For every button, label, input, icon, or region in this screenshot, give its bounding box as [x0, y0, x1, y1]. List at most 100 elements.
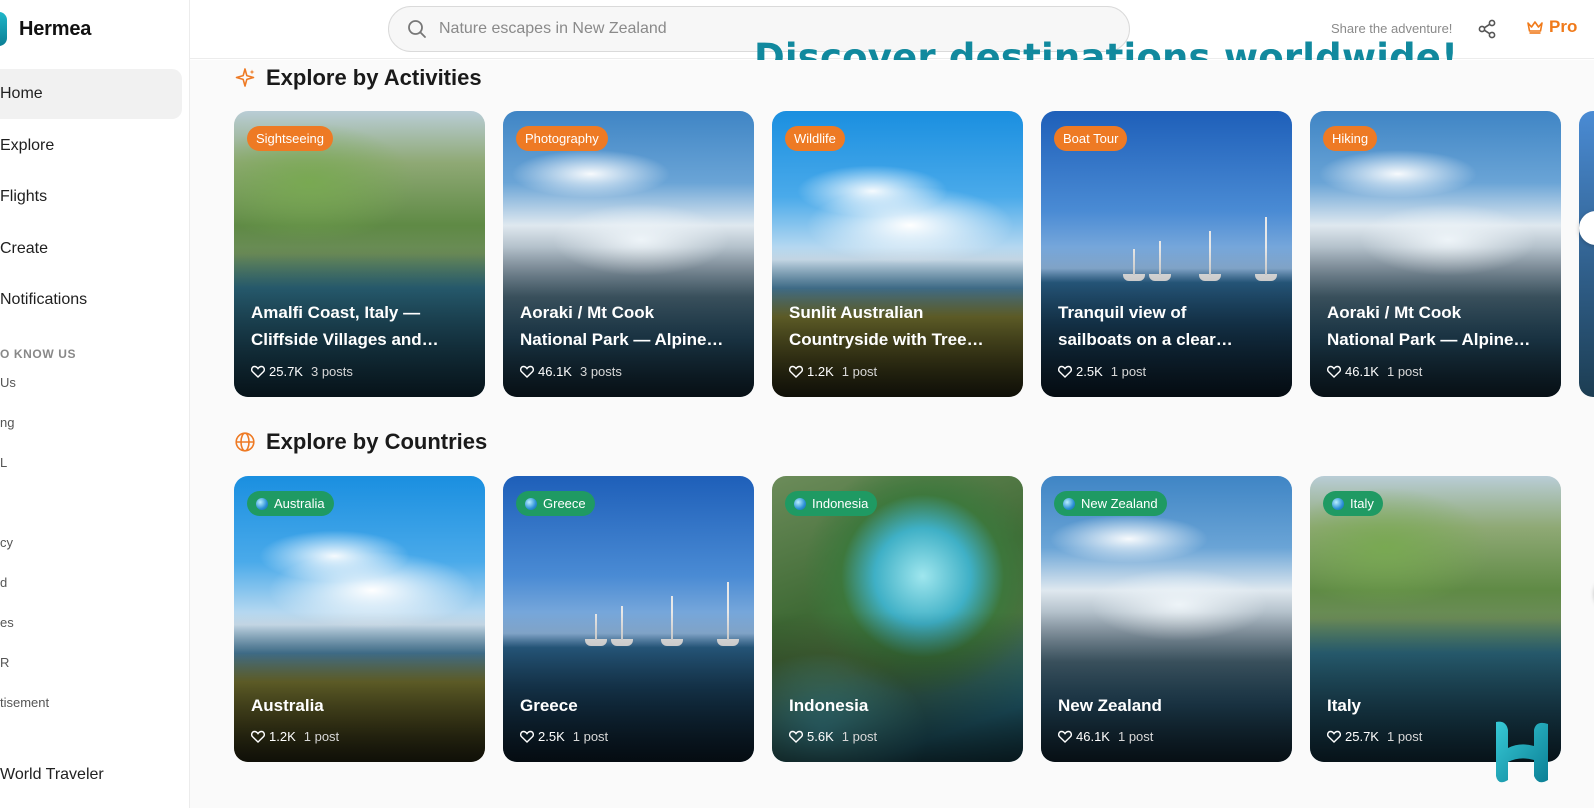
card-title: Tranquil view of sailboats on a clear… [1058, 299, 1278, 353]
activity-tag: Boat Tour [1054, 126, 1128, 151]
section-heading: Explore by Activities [266, 65, 482, 90]
likes-count: 46.1K [1076, 729, 1110, 744]
card-title-line: Aoraki / Mt Cook [1327, 303, 1462, 322]
activity-card[interactable]: Photography Aoraki / Mt Cook National Pa… [503, 111, 754, 397]
globe-emoji-icon [1332, 497, 1344, 510]
activity-card[interactable]: Sightseeing Amalfi Coast, Italy — Cliffs… [234, 111, 485, 397]
card-title-line: Sunlit Australian [789, 303, 924, 322]
pro-button[interactable]: Pro [1527, 17, 1577, 37]
section-heading: Explore by Countries [266, 429, 488, 454]
card-title-line: National Park — Alpine… [1327, 330, 1531, 349]
card-title-line: Indonesia [789, 696, 869, 715]
footer-link-7[interactable]: es [0, 616, 49, 656]
nav-item-create[interactable]: Create [0, 224, 189, 274]
likes-count: 1.2K [269, 729, 296, 744]
heart-icon [789, 365, 803, 378]
nav-item-label: Home [0, 85, 43, 102]
likes-count: 46.1K [1345, 364, 1379, 379]
heart-icon [1327, 730, 1341, 743]
heart-icon [1058, 365, 1072, 378]
footer-links: Us ng L cy d es R tisement [0, 376, 49, 736]
card-title-line: Tranquil view of [1058, 303, 1187, 322]
card-title-line: Amalfi Coast, Italy — [251, 303, 421, 322]
posts-count: 1 post [1386, 364, 1423, 379]
card-title-line: Cliffside Villages and… [251, 330, 439, 349]
heart-icon [520, 730, 534, 743]
posts-count: 3 posts [310, 364, 353, 379]
country-card[interactable]: Greece Greece 2.5K 1 post [503, 476, 754, 762]
globe-icon [235, 432, 255, 452]
country-tag: Australia [247, 491, 334, 516]
profile-link[interactable]: World Traveler [0, 766, 104, 784]
globe-emoji-icon [1063, 497, 1075, 510]
heart-icon [251, 730, 265, 743]
card-meta: 1.2K 1 post [789, 364, 877, 379]
country-tag: Indonesia [785, 491, 878, 516]
card-meta: 5.6K 1 post [789, 729, 877, 744]
footer-link-privacy[interactable]: cy [0, 536, 49, 576]
footer-link-advertisement[interactable]: tisement [0, 696, 49, 736]
footer-link-4[interactable] [0, 496, 49, 536]
hermea-h-logo-icon [1496, 721, 1548, 783]
activities-section-title: Explore by Activities [234, 65, 482, 91]
likes-count: 5.6K [807, 729, 834, 744]
main-content: Explore by Activities Sightseeing Amalfi… [190, 60, 1594, 808]
next-card-peek [1579, 111, 1594, 397]
activity-tag: Hiking [1323, 126, 1378, 151]
card-title: Aoraki / Mt Cook National Park — Alpine… [520, 299, 740, 353]
posts-count: 1 post [841, 364, 878, 379]
card-title-line: Aoraki / Mt Cook [520, 303, 655, 322]
heart-icon [1058, 730, 1072, 743]
get-to-know-us-heading: O KNOW US [0, 347, 77, 361]
heart-icon [520, 365, 534, 378]
card-title: Sunlit Australian Countryside with Tree… [789, 299, 1009, 353]
activity-tag: Photography [516, 126, 608, 151]
main-nav: Home Explore Flights Create Notification… [0, 69, 189, 327]
country-card[interactable]: Australia Australia 1.2K 1 post [234, 476, 485, 762]
country-card[interactable]: New Zealand New Zealand 46.1K 1 post [1041, 476, 1292, 762]
nav-item-label: Notifications [0, 291, 88, 308]
card-title-line: Australia [251, 696, 324, 715]
brand-name: Hermea [19, 17, 92, 40]
share-icon[interactable] [1476, 18, 1498, 40]
country-tag: Greece [516, 491, 595, 516]
card-title: Aoraki / Mt Cook National Park — Alpine… [1327, 299, 1547, 353]
likes-count: 46.1K [538, 364, 572, 379]
footer-link-8[interactable]: R [0, 656, 49, 696]
card-meta: 25.7K 1 post [1327, 729, 1422, 744]
hermea-logo-icon [0, 12, 7, 46]
likes-count: 1.2K [807, 364, 834, 379]
brand[interactable]: Hermea [0, 12, 91, 46]
footer-link-2[interactable]: ng [0, 416, 49, 456]
nav-item-notifications[interactable]: Notifications [0, 275, 189, 325]
pro-label: Pro [1549, 17, 1578, 36]
card-title: Australia [251, 692, 471, 719]
heart-icon [1327, 365, 1341, 378]
card-title: Amalfi Coast, Italy — Cliffside Villages… [251, 299, 471, 353]
globe-emoji-icon [794, 497, 806, 510]
footer-link-3[interactable]: L [0, 456, 49, 496]
nav-item-flights[interactable]: Flights [0, 172, 189, 222]
footer-link-6[interactable]: d [0, 576, 49, 616]
card-title: Greece [520, 692, 740, 719]
country-tag-label: Indonesia [812, 496, 869, 511]
globe-emoji-icon [525, 497, 537, 510]
country-card[interactable]: Indonesia Indonesia 5.6K 1 post [772, 476, 1023, 762]
nav-item-home[interactable]: Home [0, 69, 182, 119]
countries-section-title: Explore by Countries [234, 429, 487, 455]
nav-item-label: Flights [0, 188, 48, 205]
footer-link-about-us[interactable]: Us [0, 376, 49, 416]
card-meta: 1.2K 1 post [251, 729, 339, 744]
activity-card[interactable]: Wildlife Sunlit Australian Countryside w… [772, 111, 1023, 397]
card-title-line: New Zealand [1058, 696, 1162, 715]
nav-item-explore[interactable]: Explore [0, 121, 189, 171]
country-tag-label: Greece [543, 496, 586, 511]
sidebar: Hermea Home Explore Flights Create Notif… [0, 0, 190, 808]
card-title-line: Countryside with Tree… [789, 330, 984, 349]
card-title: New Zealand [1058, 692, 1278, 719]
activity-tag: Sightseeing [247, 126, 333, 151]
likes-count: 2.5K [538, 729, 565, 744]
activity-card[interactable]: Hiking Aoraki / Mt Cook National Park — … [1310, 111, 1561, 397]
activity-card[interactable]: Boat Tour Tranquil view of sailboats on … [1041, 111, 1292, 397]
sparkle-icon [235, 68, 255, 87]
